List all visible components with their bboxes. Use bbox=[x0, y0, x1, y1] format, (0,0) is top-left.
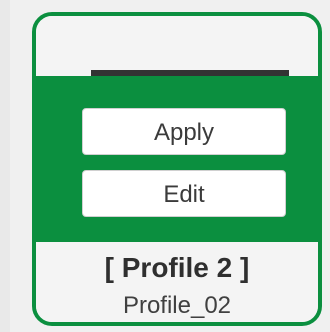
left-background-strip bbox=[0, 0, 10, 332]
card-header bbox=[36, 16, 318, 76]
apply-button[interactable]: Apply bbox=[82, 108, 286, 155]
card-actions-panel: Apply Edit bbox=[36, 76, 318, 242]
profile-card: Apply Edit [ Profile 2 ] Profile_02 bbox=[32, 12, 322, 326]
card-footer: [ Profile 2 ] Profile_02 bbox=[36, 242, 318, 322]
profile-subtitle: Profile_02 bbox=[122, 292, 232, 319]
edit-button[interactable]: Edit bbox=[82, 170, 286, 217]
profile-title: [ Profile 2 ] bbox=[104, 252, 250, 283]
